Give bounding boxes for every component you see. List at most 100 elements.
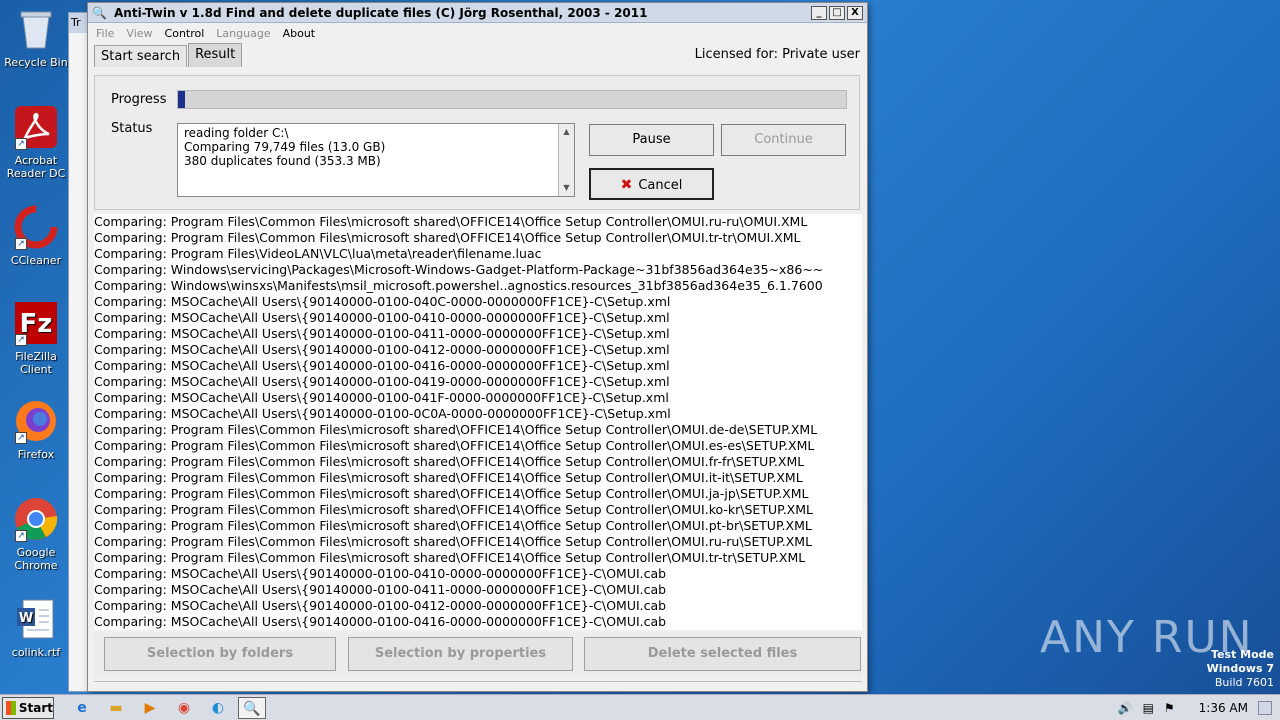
ccleaner-icon: ↗	[13, 204, 59, 250]
log-line: Comparing: MSOCache\All Users\{90140000-…	[94, 310, 670, 325]
license-text: Licensed for: Private user	[694, 47, 860, 62]
desktop-icon-label: colink.rtf	[11, 646, 61, 659]
log-line: Comparing: Program Files\Common Files\mi…	[94, 518, 812, 533]
delete-selected-files-button[interactable]: Delete selected files	[584, 637, 861, 671]
anti-twin-icon[interactable]: 🔍	[238, 696, 266, 719]
status-line: reading folder C:\	[184, 126, 289, 140]
desktop-icon-chrome[interactable]: ↗ Google Chrome	[0, 496, 72, 572]
log-line: Comparing: Program Files\Common Files\mi…	[94, 470, 803, 485]
desktop-icon-label: Acrobat Reader DC	[6, 154, 66, 180]
log-line: Comparing: Program Files\Common Files\mi…	[94, 534, 813, 549]
tab-strip: Start search Result Licensed for: Privat…	[88, 43, 867, 67]
shortcut-arrow-icon: ↗	[15, 238, 27, 250]
status-line: 380 duplicates found (353.3 MB)	[184, 154, 381, 168]
log-line: Comparing: Program Files\Common Files\mi…	[94, 422, 818, 437]
action-center-flag-icon[interactable]: ⚑	[1164, 701, 1175, 715]
desktop-icon-acrobat[interactable]: ↗ Acrobat Reader DC	[0, 104, 72, 180]
volume-icon[interactable]: 🔊	[1118, 701, 1133, 715]
desktop-icon-ccleaner[interactable]: ↗ CCleaner	[0, 204, 72, 267]
log-line: Comparing: Windows\winsxs\Manifests\msil…	[94, 278, 823, 293]
menu-control[interactable]: Control	[165, 27, 205, 40]
shortcut-arrow-icon: ↗	[15, 138, 27, 150]
test-mode-label: Test Mode Windows 7 Build 7601	[1207, 648, 1274, 690]
menu-view[interactable]: View	[126, 27, 152, 40]
menu-language[interactable]: Language	[216, 27, 270, 40]
system-tray: 🔊 ▤ ⚑ 1:36 AM	[1118, 695, 1280, 720]
bottom-toolbar: Selection by folders Selection by proper…	[94, 633, 862, 677]
svg-text:W: W	[19, 611, 33, 626]
continue-button[interactable]: Continue	[721, 124, 846, 156]
menu-bar: File View Control Language About	[88, 23, 867, 43]
selection-by-folders-button[interactable]: Selection by folders	[104, 637, 336, 671]
status-strip	[94, 681, 862, 689]
status-scrollbar[interactable]: ▲ ▼	[558, 124, 574, 196]
selection-by-properties-button[interactable]: Selection by properties	[348, 637, 573, 671]
ie-icon[interactable]: e	[68, 697, 96, 719]
log-line: Comparing: MSOCache\All Users\{90140000-…	[94, 342, 670, 357]
desktop-icon-colink[interactable]: W colink.rtf	[0, 596, 72, 659]
os-text: Windows 7	[1206, 662, 1274, 675]
log-line: Comparing: Program Files\Common Files\mi…	[94, 214, 808, 229]
log-line: Comparing: MSOCache\All Users\{90140000-…	[94, 326, 670, 341]
window-title: Anti-Twin v 1.8d Find and delete duplica…	[114, 5, 648, 20]
progress-label: Progress	[111, 92, 167, 107]
shortcut-arrow-icon: ↗	[15, 334, 27, 346]
tab-result[interactable]: Result	[188, 43, 243, 67]
filezilla-icon: Fz ↗	[13, 300, 59, 346]
desktop-icon-filezilla[interactable]: Fz ↗ FileZilla Client	[0, 300, 72, 376]
clock[interactable]: 1:36 AM	[1199, 701, 1248, 715]
maximize-button[interactable]: □	[829, 5, 845, 20]
log-line: Comparing: Program Files\Common Files\mi…	[94, 454, 805, 469]
log-line: Comparing: Program Files\Common Files\mi…	[94, 550, 806, 565]
taskbar: Start e ▬ ▶ ◉ ◐ 🔍 🔊 ▤ ⚑ 1:36 AM	[0, 694, 1280, 720]
start-button[interactable]: Start	[2, 696, 54, 719]
desktop-icon-label: CCleaner	[10, 254, 62, 267]
comparison-log[interactable]: Comparing: Program Files\Common Files\mi…	[94, 214, 862, 630]
desktop-icon-firefox[interactable]: ↗ Firefox	[0, 398, 72, 461]
desktop-icon-label: FileZilla Client	[15, 350, 57, 376]
log-line: Comparing: Program Files\Common Files\mi…	[94, 502, 813, 517]
log-line: Comparing: Program Files\Common Files\mi…	[94, 230, 801, 245]
cancel-button-label: Cancel	[638, 178, 683, 193]
desktop-icon-label: Recycle Bin	[4, 56, 68, 69]
explorer-icon[interactable]: ▬	[102, 697, 130, 719]
close-button[interactable]: X	[847, 5, 863, 20]
recycle-bin-icon	[13, 6, 59, 52]
anti-twin-window: 🔍 Anti-Twin v 1.8d Find and delete dupli…	[87, 2, 868, 692]
cancel-x-icon: ✖	[620, 177, 633, 193]
chrome-icon: ↗	[13, 496, 59, 542]
tab-start-search[interactable]: Start search	[94, 45, 188, 67]
scroll-up-icon[interactable]: ▲	[559, 124, 574, 140]
media-player-icon[interactable]: ▶	[136, 697, 164, 719]
edge-icon[interactable]: ◐	[204, 697, 232, 719]
progress-panel: Progress Status reading folder C:\ Compa…	[94, 75, 860, 210]
pause-button[interactable]: Pause	[589, 124, 714, 156]
progress-bar	[177, 90, 847, 109]
build-text: Build 7601	[1214, 676, 1274, 689]
log-line: Comparing: MSOCache\All Users\{90140000-…	[94, 582, 667, 597]
network-icon[interactable]: ▤	[1143, 701, 1154, 715]
test-mode-text: Test Mode	[1211, 648, 1274, 661]
menu-file[interactable]: File	[96, 27, 114, 40]
chrome-icon[interactable]: ◉	[170, 697, 198, 719]
status-textbox[interactable]: reading folder C:\ Comparing 79,749 file…	[177, 123, 575, 197]
log-line: Comparing: Windows\servicing\Packages\Mi…	[94, 262, 824, 277]
desktop-icon-recycle-bin[interactable]: Recycle Bin	[0, 6, 72, 69]
log-line: Comparing: Program Files\Common Files\mi…	[94, 486, 809, 501]
log-line: Comparing: Program Files\Common Files\mi…	[94, 438, 815, 453]
status-label: Status	[111, 121, 153, 136]
log-line: Comparing: Program Files\VideoLAN\VLC\lu…	[94, 246, 542, 261]
minimize-button[interactable]: _	[811, 5, 827, 20]
log-line: Comparing: MSOCache\All Users\{90140000-…	[94, 390, 669, 405]
log-line: Comparing: MSOCache\All Users\{90140000-…	[94, 566, 667, 581]
start-label: Start	[18, 700, 53, 715]
scroll-down-icon[interactable]: ▼	[559, 180, 574, 196]
title-bar[interactable]: 🔍 Anti-Twin v 1.8d Find and delete dupli…	[88, 3, 867, 23]
menu-about[interactable]: About	[283, 27, 316, 40]
progress-fill	[178, 91, 185, 108]
cancel-button[interactable]: ✖ Cancel	[589, 168, 714, 200]
log-line: Comparing: MSOCache\All Users\{90140000-…	[94, 614, 667, 629]
show-desktop-icon[interactable]	[1258, 701, 1272, 715]
magnifier-icon: 🔍	[92, 5, 107, 20]
shortcut-arrow-icon: ↗	[15, 432, 27, 444]
